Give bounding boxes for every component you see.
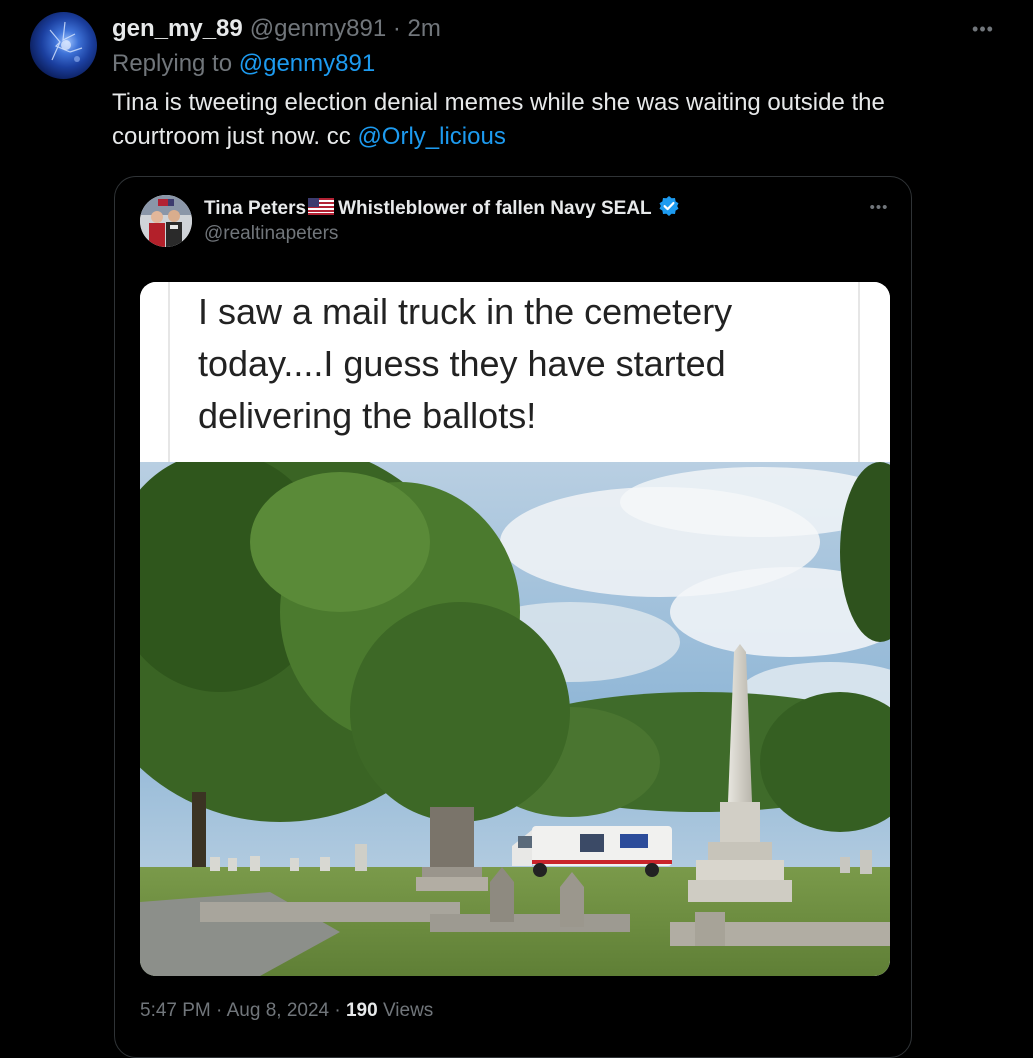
- tweet-header: gen_my_89 @genmy891 · 2m: [112, 13, 441, 45]
- tweet-text: Tina is tweeting election denial memes w…: [112, 86, 992, 154]
- mention-link[interactable]: @Orly_licious: [357, 123, 505, 150]
- reply-to-link[interactable]: @genmy891: [239, 50, 375, 77]
- cemetery-photo: [140, 462, 890, 976]
- reply-prefix: Replying to: [112, 50, 233, 77]
- quoted-avatar[interactable]: [140, 195, 192, 247]
- display-name[interactable]: gen_my_89: [112, 15, 243, 43]
- caption-border-right: [858, 282, 860, 462]
- quoted-handle[interactable]: @realtinapeters: [204, 223, 338, 245]
- quoted-tweet[interactable]: Tina Peters Whistleblower of fallen Navy…: [114, 176, 912, 1058]
- quoted-more-button[interactable]: •••: [859, 195, 899, 219]
- caption-border-left: [168, 282, 170, 462]
- replying-to: Replying to @genmy891: [112, 50, 375, 78]
- avatar[interactable]: [30, 12, 97, 79]
- separator-dot: ·: [216, 1000, 223, 1021]
- separator-dot: ·: [392, 15, 401, 42]
- meme-caption: I saw a mail truck in the cemetery today…: [198, 291, 733, 436]
- quoted-media[interactable]: I saw a mail truck in the cemetery today…: [140, 282, 890, 976]
- separator-dot: ·: [334, 1000, 341, 1021]
- verified-badge-icon[interactable]: [658, 195, 680, 223]
- more-dots-icon: •••: [869, 198, 889, 216]
- quoted-avatar-image: [140, 195, 192, 247]
- quoted-meta: 5:47 PM · Aug 8, 2024 · 190 Views: [140, 1000, 433, 1022]
- post-date[interactable]: Aug 8, 2024: [227, 1000, 329, 1021]
- views-label: Views: [382, 1000, 434, 1021]
- avatar-image: [49, 21, 83, 62]
- handle-text[interactable]: @genmy891: [250, 15, 386, 42]
- more-dots-icon: •••: [972, 18, 994, 39]
- quoted-user-title[interactable]: Whistleblower of fallen Navy SEAL: [338, 198, 652, 220]
- more-options-button[interactable]: •••: [963, 14, 1003, 44]
- quoted-name-line: Tina Peters Whistleblower of fallen Navy…: [204, 196, 680, 222]
- views-count[interactable]: 190: [346, 1000, 378, 1021]
- post-time[interactable]: 2m: [408, 15, 441, 42]
- us-flag-icon: [308, 197, 335, 221]
- meme-caption-area: I saw a mail truck in the cemetery today…: [140, 282, 890, 462]
- quoted-display-name[interactable]: Tina Peters: [204, 198, 306, 220]
- post-time[interactable]: 5:47 PM: [140, 1000, 211, 1021]
- user-handle[interactable]: @genmy891 · 2m: [250, 15, 441, 43]
